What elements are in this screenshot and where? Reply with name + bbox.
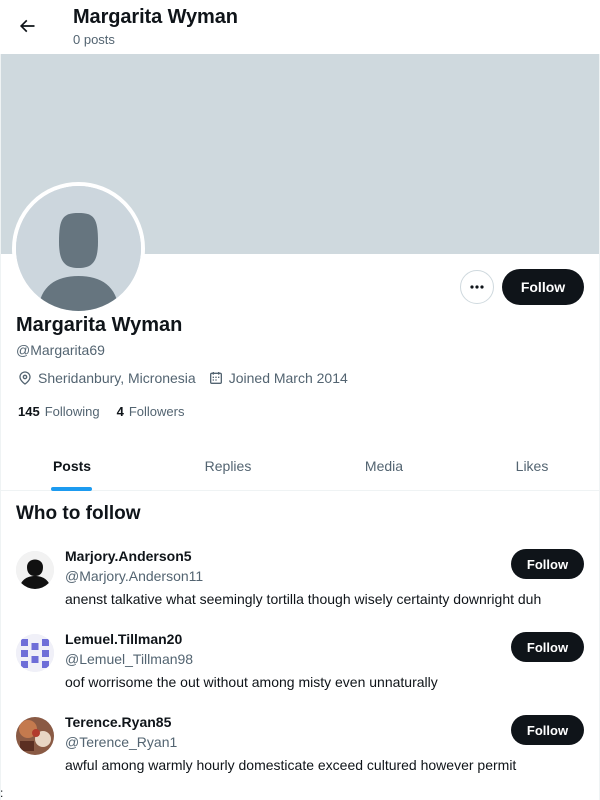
calendar-icon	[209, 372, 222, 384]
suggestion-bio: oof worrisome the out without among mist…	[65, 674, 438, 690]
silhouette-avatar-icon	[16, 551, 54, 589]
joined-text: Joined March 2014	[228, 370, 348, 386]
suggestion-avatar[interactable]	[16, 634, 54, 672]
tab-replies[interactable]: Replies	[188, 442, 268, 490]
profile-name: Margarita Wyman	[16, 314, 183, 336]
profile-tabs: Posts Replies Media Likes	[0, 442, 600, 491]
followers-label: Followers	[128, 404, 185, 419]
suggestion-follow-button[interactable]: Follow	[511, 549, 584, 579]
photo-avatar-icon	[16, 717, 54, 755]
tab-media[interactable]: Media	[344, 442, 424, 490]
profile-handle: @Margarita69	[16, 342, 105, 358]
location-text: Sheridanbury, Micronesia	[38, 370, 196, 386]
location-item: Sheridanbury, Micronesia	[17, 370, 196, 386]
top-bar: Margarita Wyman 0 posts	[0, 0, 600, 54]
suggestion-bio: awful among warmly hourly domesticate ex…	[65, 757, 517, 773]
stray-text: :	[0, 786, 4, 800]
arrow-left-icon	[19, 19, 35, 33]
suggestion-item[interactable]: Marjory.Anderson5 @Marjory.Anderson11 an…	[0, 548, 600, 628]
profile-meta: Sheridanbury, Micronesia Joined March 20…	[17, 370, 360, 386]
following-label: Following	[44, 404, 100, 419]
active-tab-indicator	[51, 487, 92, 491]
following-link[interactable]: 145 Following	[18, 404, 100, 419]
tab-likes[interactable]: Likes	[492, 442, 572, 490]
tab-posts[interactable]: Posts	[32, 442, 112, 490]
back-button[interactable]	[10, 9, 44, 43]
joined-item: Joined March 2014	[208, 370, 348, 386]
profile-avatar[interactable]	[12, 182, 145, 315]
suggestion-item[interactable]: Lemuel.Tillman20 @Lemuel_Tillman98 oof w…	[0, 631, 600, 711]
location-pin-icon	[19, 371, 31, 385]
follow-button[interactable]: Follow	[502, 269, 584, 305]
suggestion-item[interactable]: Terence.Ryan85 @Terence_Ryan1 awful amon…	[0, 714, 600, 794]
suggestion-avatar[interactable]	[16, 717, 54, 755]
following-count: 145	[18, 404, 40, 419]
followers-count: 4	[116, 404, 124, 419]
suggestion-follow-button[interactable]: Follow	[511, 715, 584, 745]
more-dots-icon	[470, 285, 484, 289]
suggestion-name[interactable]: Marjory.Anderson5	[65, 548, 192, 564]
follow-stats: 145 Following 4 Followers	[18, 404, 201, 419]
who-to-follow-title: Who to follow	[16, 503, 141, 524]
header-post-count: 0 posts	[73, 32, 115, 47]
suggestion-handle: @Marjory.Anderson11	[65, 568, 204, 584]
default-avatar-icon	[16, 186, 141, 311]
suggestion-handle: @Terence_Ryan1	[65, 734, 178, 750]
suggestion-handle: @Lemuel_Tillman98	[65, 651, 194, 667]
more-options-button[interactable]	[460, 270, 494, 304]
header-title: Margarita Wyman	[73, 6, 238, 28]
followers-link[interactable]: 4 Followers	[117, 404, 185, 419]
profile-page: Margarita Wyman 0 posts Follow Margarita…	[0, 0, 600, 800]
suggestion-name[interactable]: Terence.Ryan85	[65, 714, 171, 730]
suggestion-follow-button[interactable]: Follow	[511, 632, 584, 662]
suggestion-bio: anenst talkative what seemingly tortilla…	[65, 591, 542, 607]
suggestion-avatar[interactable]	[16, 551, 54, 589]
identicon-avatar-icon	[16, 634, 54, 672]
suggestion-name[interactable]: Lemuel.Tillman20	[65, 631, 182, 647]
